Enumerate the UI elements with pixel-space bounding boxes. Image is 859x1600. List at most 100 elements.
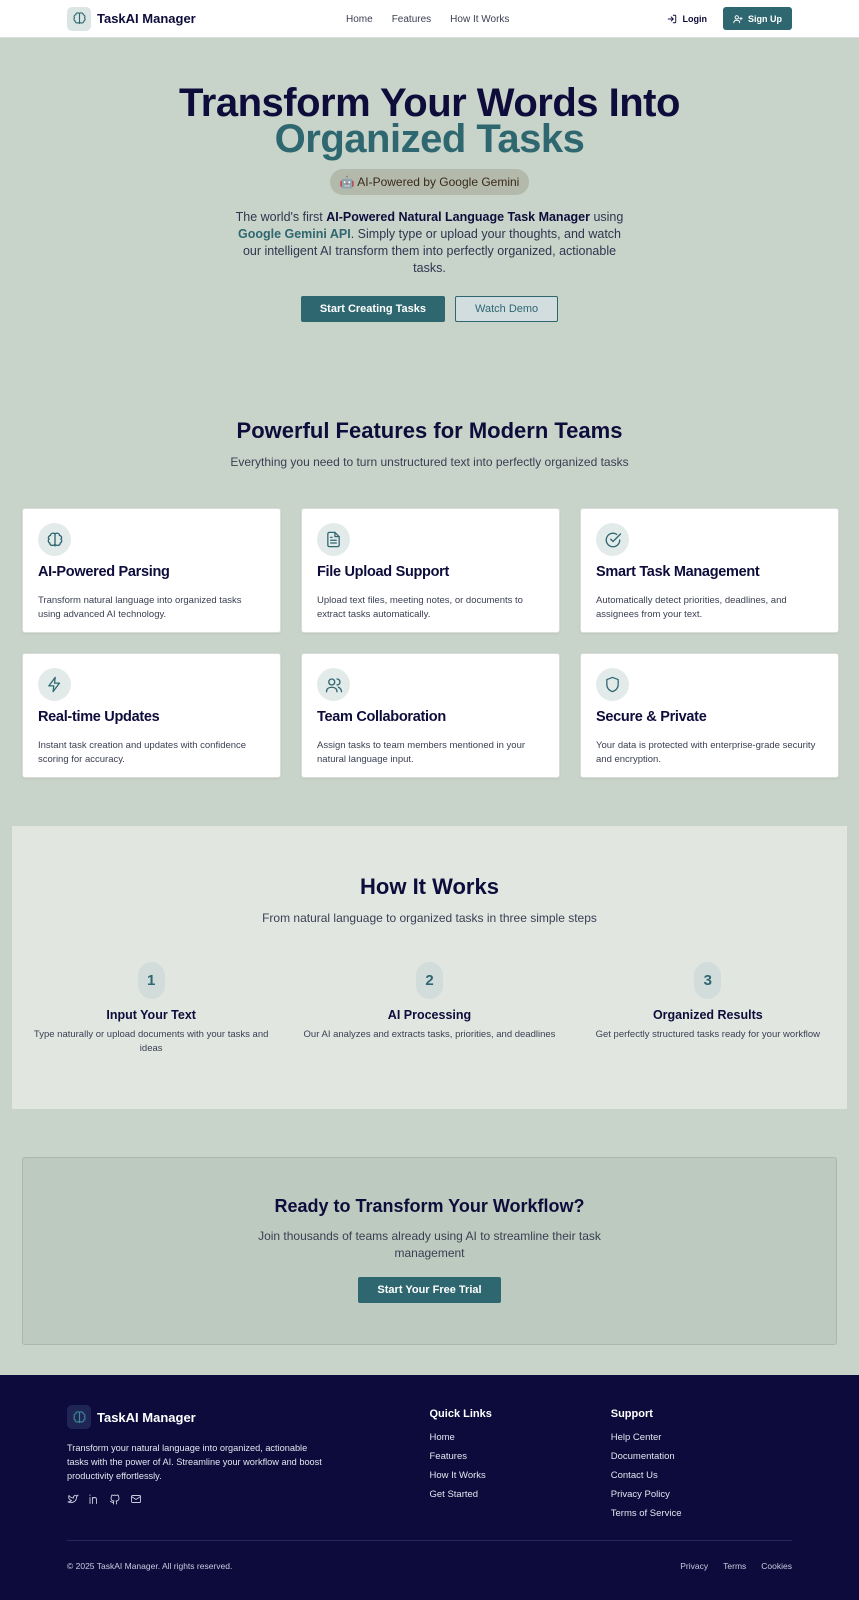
step-description: Get perfectly structured tasks ready for…	[595, 1029, 820, 1040]
how-subtitle: From natural language to organized tasks…	[262, 911, 597, 925]
support-title: Support	[610, 1408, 653, 1420]
log-in-icon	[667, 14, 676, 23]
quick-links-list: Home Features How It Works Get Started	[430, 1430, 611, 1506]
footer-bottom: © 2025 TaskAI Manager. All rights reserv…	[67, 1540, 792, 1571]
step: 3 Organized Results Get perfectly struct…	[569, 962, 847, 1056]
support-links-list: Help Center Documentation Contact Us Pri…	[611, 1430, 792, 1525]
linkedin-icon[interactable]	[88, 1493, 100, 1505]
brain-logo-icon	[67, 6, 91, 31]
brand[interactable]: TaskAI Manager	[67, 6, 196, 31]
cta-section: Ready to Transform Your Workflow? Join t…	[22, 1157, 837, 1345]
step-number: 2	[415, 962, 443, 999]
feature-description: Instant task creation and updates with c…	[38, 740, 247, 765]
feature-description: Automatically detect priorities, deadlin…	[596, 595, 787, 620]
hero-title: Transform Your Words Into Organized Task…	[0, 83, 859, 159]
step-number: 3	[694, 962, 722, 999]
feature-card: Smart Task Management Automatically dete…	[580, 508, 839, 633]
nav-actions: Login Sign Up	[667, 7, 792, 30]
brain-icon	[38, 523, 71, 556]
footer-brand: TaskAI Manager Transform your natural la…	[67, 1405, 430, 1525]
nav-links: Home Features How It Works	[346, 0, 509, 38]
nav-link-features[interactable]: Features	[392, 14, 431, 25]
steps: 1 Input Your Text Type naturally or uplo…	[12, 962, 847, 1056]
nav-link-how-it-works[interactable]: How It Works	[450, 14, 509, 25]
mail-icon[interactable]	[130, 1493, 142, 1505]
step-number: 1	[137, 962, 165, 999]
footer-brand-name: TaskAI Manager	[97, 1409, 196, 1425]
hero-desc-part1: The world's first	[235, 210, 327, 224]
step-description: Type naturally or upload documents with …	[33, 1029, 269, 1054]
features-section: Powerful Features for Modern Teams Every…	[0, 418, 859, 778]
how-title: How It Works	[360, 874, 499, 899]
footer-link-features[interactable]: Features	[430, 1449, 611, 1468]
features-grid: AI-Powered Parsing Transform natural lan…	[0, 508, 859, 778]
user-plus-icon	[733, 14, 743, 23]
feature-description: Transform natural language into organize…	[38, 595, 242, 620]
nav-link-home[interactable]: Home	[346, 14, 373, 25]
cta-title: Ready to Transform Your Workflow?	[274, 1196, 585, 1216]
brain-logo-icon	[67, 1405, 91, 1429]
hero-buttons: Start Creating Tasks Watch Demo	[0, 296, 859, 322]
brand-name: TaskAI Manager	[97, 11, 196, 26]
login-label: Login	[682, 13, 708, 24]
quick-links-column: Quick Links Home Features How It Works G…	[430, 1405, 611, 1525]
feature-title: Secure & Private	[596, 709, 707, 725]
footer-link-terms-of-service[interactable]: Terms of Service	[611, 1506, 792, 1525]
legal-link-privacy[interactable]: Privacy	[680, 1561, 708, 1571]
feature-card: File Upload Support Upload text files, m…	[301, 508, 560, 633]
step-description: Our AI analyzes and extracts tasks, prio…	[303, 1029, 556, 1040]
footer-link-privacy-policy[interactable]: Privacy Policy	[611, 1487, 792, 1506]
github-icon[interactable]	[109, 1493, 121, 1505]
step-title: Organized Results	[652, 1008, 763, 1022]
support-column: Support Help Center Documentation Contac…	[611, 1405, 792, 1525]
legal-links: Privacy Terms Cookies	[680, 1561, 792, 1571]
footer-logo[interactable]: TaskAI Manager	[67, 1405, 430, 1429]
copyright: © 2025 TaskAI Manager. All rights reserv…	[67, 1561, 233, 1571]
feature-title: File Upload Support	[317, 564, 450, 580]
lightning-icon	[38, 668, 71, 701]
top-nav: TaskAI Manager Home Features How It Work…	[0, 0, 859, 38]
feature-title: Smart Task Management	[596, 564, 760, 580]
footer-description: Transform your natural language into org…	[67, 1443, 322, 1481]
feature-card: AI-Powered Parsing Transform natural lan…	[22, 508, 281, 633]
step: 2 AI Processing Our AI analyzes and extr…	[290, 962, 568, 1056]
features-title: Powerful Features for Modern Teams	[236, 418, 623, 443]
start-creating-tasks-button[interactable]: Start Creating Tasks	[300, 296, 445, 322]
footer-link-get-started[interactable]: Get Started	[430, 1487, 611, 1506]
footer-link-documentation[interactable]: Documentation	[611, 1449, 792, 1468]
twitter-icon[interactable]	[67, 1493, 79, 1505]
legal-link-cookies[interactable]: Cookies	[761, 1561, 792, 1571]
check-circle-icon	[596, 523, 629, 556]
footer: TaskAI Manager Transform your natural la…	[0, 1375, 859, 1600]
feature-card: Team Collaboration Assign tasks to team …	[301, 653, 560, 778]
hero-desc-bold: AI-Powered Natural Language Task Manager	[326, 210, 590, 224]
step-title: AI Processing	[387, 1008, 472, 1022]
social-links	[67, 1493, 430, 1505]
login-button[interactable]: Login	[667, 13, 708, 24]
hero-description: The world's first AI-Powered Natural Lan…	[230, 209, 630, 277]
how-it-works-section: How It Works From natural language to or…	[12, 826, 847, 1109]
step-title: Input Your Text	[106, 1008, 196, 1022]
feature-title: AI-Powered Parsing	[38, 564, 170, 580]
feature-description: Your data is protected with enterprise-g…	[596, 740, 816, 765]
footer-link-contact-us[interactable]: Contact Us	[611, 1468, 792, 1487]
footer-link-home[interactable]: Home	[430, 1430, 611, 1449]
legal-link-terms[interactable]: Terms	[723, 1561, 746, 1571]
hero-section: Transform Your Words Into Organized Task…	[0, 38, 859, 322]
cta-description: Join thousands of teams already using AI…	[258, 1229, 601, 1260]
quick-links-title: Quick Links	[429, 1408, 492, 1420]
footer-columns: TaskAI Manager Transform your natural la…	[67, 1405, 792, 1525]
step: 1 Input Your Text Type naturally or uplo…	[12, 962, 290, 1056]
feature-title: Real-time Updates	[38, 709, 160, 725]
feature-description: Upload text files, meeting notes, or doc…	[317, 595, 523, 620]
watch-demo-button[interactable]: Watch Demo	[455, 296, 559, 322]
footer-link-how-it-works[interactable]: How It Works	[430, 1468, 611, 1487]
feature-card: Secure & Private Your data is protected …	[580, 653, 839, 778]
feature-description: Assign tasks to team members mentioned i…	[317, 740, 526, 765]
signup-button[interactable]: Sign Up	[723, 7, 792, 30]
footer-link-help-center[interactable]: Help Center	[611, 1430, 792, 1449]
start-free-trial-button[interactable]: Start Your Free Trial	[358, 1277, 501, 1303]
hero-desc-part2: using	[589, 210, 624, 224]
users-icon	[317, 668, 350, 701]
features-subtitle: Everything you need to turn unstructured…	[230, 455, 629, 469]
